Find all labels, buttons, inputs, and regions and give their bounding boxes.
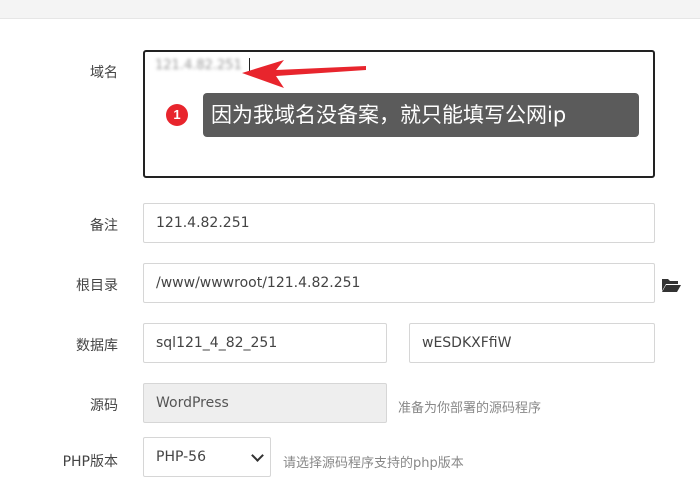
top-bar (0, 0, 700, 19)
annotation-tooltip: 因为我域名没备案，就只能填写公网ip (203, 93, 639, 137)
domain-label: 域名 (90, 65, 118, 81)
chevron-down-icon (251, 449, 264, 462)
database-label: 数据库 (76, 338, 118, 354)
annotation-arrow-icon (242, 60, 366, 88)
root-dir-label: 根目录 (76, 278, 118, 294)
source-value: WordPress (156, 395, 229, 411)
php-select[interactable]: PHP-56 (143, 437, 271, 477)
php-hint: 请选择源码程序支持的php版本 (283, 456, 464, 471)
source-hint: 准备为你部署的源码程序 (398, 401, 542, 416)
php-selected-value: PHP-56 (156, 449, 206, 465)
remark-input[interactable]: 121.4.82.251 (143, 203, 655, 243)
remark-value: 121.4.82.251 (156, 215, 250, 231)
source-input: WordPress (143, 383, 387, 423)
database-name-value: sql121_4_82_251 (156, 335, 278, 351)
database-password-value: wESDKXFfiW (422, 335, 512, 351)
remark-label: 备注 (90, 218, 118, 234)
annotation-badge: 1 (166, 104, 188, 126)
folder-open-icon[interactable] (661, 277, 681, 293)
source-label: 源码 (90, 398, 118, 414)
database-name-input[interactable]: sql121_4_82_251 (143, 323, 387, 363)
root-dir-input[interactable]: /www/wwwroot/121.4.82.251 (143, 263, 655, 303)
php-label: PHP版本 (62, 454, 118, 470)
root-dir-value: /www/wwwroot/121.4.82.251 (156, 275, 361, 291)
domain-value: 121.4.82.251 (155, 58, 242, 73)
database-password-input[interactable]: wESDKXFfiW (409, 323, 655, 363)
